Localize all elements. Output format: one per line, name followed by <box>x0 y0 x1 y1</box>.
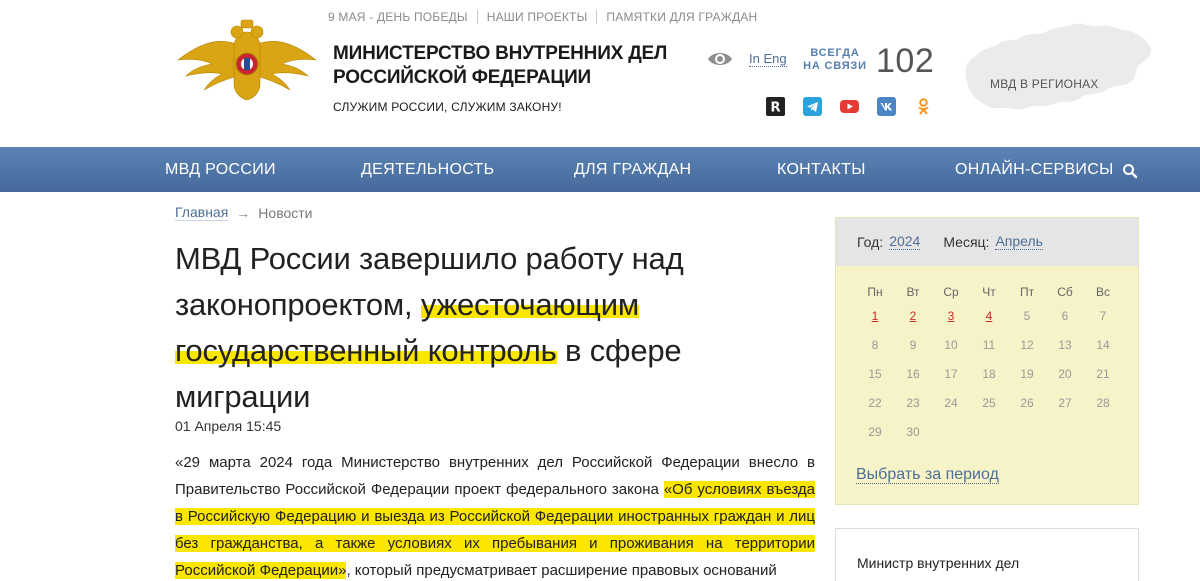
ministry-title-line1: МИНИСТЕРСТВО ВНУТРЕННИХ ДЕЛ <box>333 43 668 64</box>
calendar-day: 17 <box>944 367 958 381</box>
ministry-title-line2: РОССИЙСКОЙ ФЕДЕРАЦИИ <box>333 67 592 88</box>
calendar-weekday: Ср <box>943 285 959 299</box>
calendar-weekdays: Пн Вт Ср Чт Пт Сб Вс <box>856 280 1122 304</box>
calendar-day[interactable]: 2 <box>894 304 932 333</box>
calendar-day: 15 <box>868 367 882 381</box>
calendar-day[interactable]: 3 <box>932 304 970 333</box>
calendar-weekday: Чт <box>982 285 996 299</box>
calendar-day: 6 <box>1061 309 1069 323</box>
calendar-week: 29 30 <box>856 420 1122 449</box>
calendar-day: 22 <box>868 396 882 410</box>
ministry-slogan: СЛУЖИМ РОССИИ, СЛУЖИМ ЗАКОНУ! <box>333 100 562 114</box>
calendar-day: 13 <box>1058 338 1072 352</box>
month-select[interactable]: Апрель <box>995 234 1043 250</box>
article-date: 01 Апреля 15:45 <box>175 418 282 434</box>
month-label: Месяц: <box>943 234 990 250</box>
search-icon[interactable] <box>1122 163 1138 179</box>
calendar-weekday: Вс <box>1095 285 1110 299</box>
top-link-citizen-memos[interactable]: ПАМЯТКИ ДЛЯ ГРАЖДАН <box>596 10 766 24</box>
calendar-day: 26 <box>1020 396 1034 410</box>
year-label: Год: <box>857 234 884 250</box>
calendar-day: 5 <box>1023 309 1031 323</box>
breadcrumb-current: Новости <box>258 205 313 221</box>
calendar-day: 9 <box>909 338 917 352</box>
telegram-icon[interactable] <box>803 97 822 116</box>
youtube-icon[interactable] <box>840 97 859 116</box>
calendar-weekday: Сб <box>1057 285 1073 299</box>
top-link-our-projects[interactable]: НАШИ ПРОЕКТЫ <box>476 10 597 24</box>
russia-map-icon[interactable] <box>958 18 1158 118</box>
nav-for-citizens[interactable]: ДЛЯ ГРАЖДАН <box>574 147 691 192</box>
breadcrumb-home[interactable]: Главная <box>175 205 229 221</box>
ministry-title[interactable]: МИНИСТЕРСТВО ВНУТРЕННИХ ДЕЛ РОССИЙСКОЙ Ф… <box>333 42 673 90</box>
calendar-day: 21 <box>1096 367 1110 381</box>
nav-mvd-russia[interactable]: МВД РОССИИ <box>165 147 276 192</box>
calendar-day: 8 <box>871 338 879 352</box>
calendar-day[interactable]: 4 <box>970 304 1008 333</box>
select-period-link[interactable]: Выбрать за период <box>856 466 999 484</box>
always-in-touch: ВСЕГДА НА СВЯЗИ <box>800 47 870 73</box>
calendar-day[interactable]: 1 <box>856 304 894 333</box>
calendar-day: 20 <box>1058 367 1072 381</box>
article-title-highlight2: государственный контроль <box>175 333 557 368</box>
nav-contacts[interactable]: КОНТАКТЫ <box>777 147 866 192</box>
rutube-icon[interactable]: R <box>766 97 785 116</box>
calendar-week: 1234 5 6 7 <box>856 304 1122 333</box>
minister-box: Министр внутренних дел <box>835 528 1139 581</box>
article-title: МВД России завершило работу над законопр… <box>175 236 815 420</box>
minister-box-title[interactable]: Министр внутренних дел <box>857 555 1019 571</box>
calendar-day: 19 <box>1020 367 1034 381</box>
calendar-day <box>1084 420 1122 449</box>
article-title-highlight1: ужесточающим <box>420 287 639 322</box>
calendar-day: 11 <box>982 338 996 352</box>
calendar-day: 29 <box>868 425 882 439</box>
calendar-day: 16 <box>906 367 920 381</box>
nav-activity[interactable]: ДЕЯТЕЛЬНОСТЬ <box>361 147 494 192</box>
year-select[interactable]: 2024 <box>889 234 921 250</box>
calendar-day: 25 <box>982 396 996 410</box>
calendar-week: 15 16 17 18 19 20 21 <box>856 362 1122 391</box>
top-link-victory-day[interactable]: 9 МАЯ - ДЕНЬ ПОБЕДЫ <box>320 10 477 24</box>
calendar-day: 14 <box>1096 338 1110 352</box>
calendar-weekday: Пт <box>1019 285 1035 299</box>
calendar-day <box>932 420 970 449</box>
main-nav: МВД РОССИИ ДЕЯТЕЛЬНОСТЬ ДЛЯ ГРАЖДАН КОНТ… <box>0 147 1200 192</box>
odnoklassniki-icon[interactable] <box>914 97 933 116</box>
news-calendar: Год: 2024 Месяц: Апрель Пн Вт Ср Чт Пт Сб Вс 1 2… <box>835 217 1139 505</box>
top-links: 9 МАЯ - ДЕНЬ ПОБЕДЫ НАШИ ПРОЕКТЫ ПАМЯТКИ… <box>320 10 766 24</box>
calendar-weekday: Вт <box>906 285 920 299</box>
calendar-day <box>1046 420 1084 449</box>
calendar-weekday: Пн <box>867 285 883 299</box>
calendar-day: 10 <box>944 338 958 352</box>
phone-102[interactable]: 102 <box>876 42 934 80</box>
calendar-day: 27 <box>1058 396 1072 410</box>
calendar-day <box>1008 420 1046 449</box>
breadcrumb: Главная → Новости <box>175 205 313 221</box>
calendar-week: 8 9 10 11 12 13 14 <box>856 333 1122 362</box>
calendar-header: Год: 2024 Месяц: Апрель <box>836 218 1138 266</box>
calendar-week: 22 23 24 25 26 27 28 <box>856 391 1122 420</box>
svg-text:R: R <box>770 101 780 116</box>
article-body: «29 марта 2024 года Министерство внутрен… <box>175 449 815 581</box>
eye-icon[interactable] <box>707 50 733 68</box>
vk-icon[interactable] <box>877 97 896 116</box>
regions-link[interactable]: МВД В РЕГИОНАХ <box>990 77 1098 91</box>
calendar-day: 23 <box>906 396 920 410</box>
breadcrumb-arrow-icon: → <box>236 205 251 221</box>
english-link[interactable]: In Eng <box>749 52 787 67</box>
calendar-day: 30 <box>906 425 920 439</box>
calendar-day: 28 <box>1096 396 1110 410</box>
calendar-day: 24 <box>944 396 958 410</box>
always-line1: ВСЕГДА <box>810 47 860 59</box>
calendar-day <box>970 420 1008 449</box>
nav-online-services[interactable]: ОНЛАЙН-СЕРВИСЫ <box>955 147 1114 192</box>
article-body-part2: , который предусматривает расширение пра… <box>346 562 777 579</box>
always-line2: НА СВЯЗИ <box>803 60 867 72</box>
calendar-day: 7 <box>1099 309 1107 323</box>
calendar-day: 12 <box>1020 338 1034 352</box>
calendar-day: 18 <box>982 367 996 381</box>
social-links: R <box>766 97 933 116</box>
mvd-emblem-icon[interactable] <box>174 18 320 106</box>
calendar-grid: Пн Вт Ср Чт Пт Сб Вс 1 2 3 4 5 6 7 8 9 10 11 12 13 14 15 16 17 1… <box>856 280 1122 449</box>
